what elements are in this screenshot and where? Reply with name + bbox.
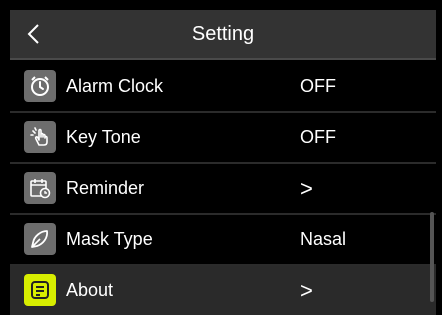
settings-row-value: Nasal (300, 229, 347, 249)
hand-tap-icon (24, 121, 56, 153)
settings-row-label: Key Tone (66, 127, 141, 147)
page-title: Setting (191, 22, 255, 45)
settings-row-label: About (66, 280, 114, 300)
settings-row-value: OFF (300, 76, 336, 96)
chevron-right-icon: > (300, 277, 313, 303)
calendar-clock-icon (24, 172, 56, 204)
settings-row-reminder[interactable]: Reminder > (10, 164, 436, 215)
mask-icon (24, 223, 56, 255)
settings-row-alarm-clock[interactable]: Alarm Clock OFF (10, 62, 436, 113)
document-icon (24, 274, 56, 306)
top-bar: Setting (10, 10, 436, 60)
settings-row-value: OFF (300, 127, 336, 147)
settings-list: Alarm Clock OFF Key Tone OFF Reminder > … (10, 62, 436, 315)
alarm-clock-icon (24, 70, 56, 102)
settings-row-label: Reminder (66, 178, 145, 198)
settings-row-mask-type[interactable]: Mask Type Nasal (10, 215, 436, 266)
settings-row-key-tone[interactable]: Key Tone OFF (10, 113, 436, 164)
settings-row-about[interactable]: About > (10, 266, 436, 315)
settings-screen: Setting Alarm Clock OFF Key Tone OFF Rem… (0, 0, 442, 315)
scrollbar[interactable] (430, 212, 434, 302)
settings-row-label: Mask Type (66, 229, 153, 249)
chevron-right-icon: > (300, 175, 313, 201)
settings-row-label: Alarm Clock (66, 76, 164, 96)
